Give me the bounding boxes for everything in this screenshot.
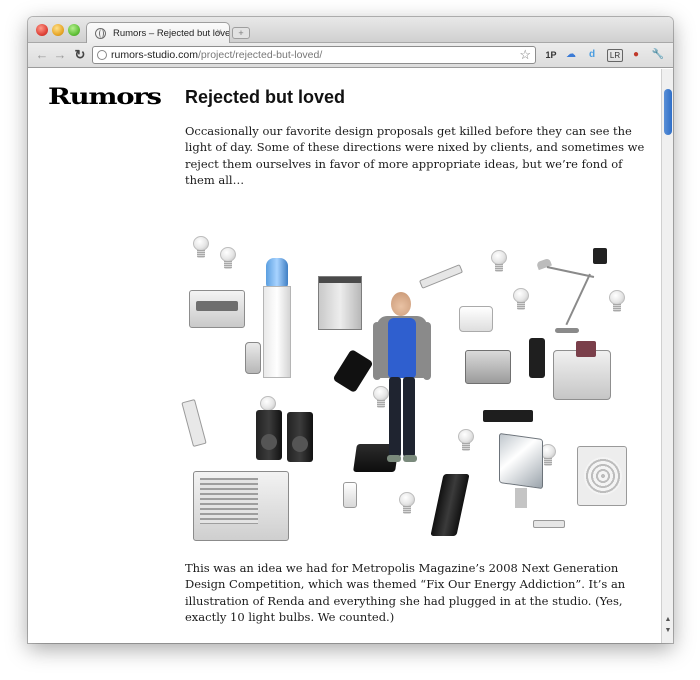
globe-icon — [95, 28, 106, 39]
mini-fridge — [318, 276, 362, 330]
speaker-right — [287, 412, 313, 462]
intro-paragraph: Occasionally our favorite design proposa… — [185, 124, 645, 187]
keyboard — [533, 520, 565, 528]
inkjet-printer — [465, 350, 511, 384]
light-bulb — [193, 236, 209, 258]
light-bulb — [609, 290, 625, 312]
address-bar[interactable]: rumors-studio.com/project/rejected-but-l… — [92, 46, 536, 64]
tab-title: Rumors – Rejected but loved — [113, 28, 230, 39]
speaker-left — [256, 410, 282, 460]
desk-lamp — [533, 254, 595, 336]
modem — [529, 338, 545, 378]
light-bulb — [399, 492, 415, 514]
caption-paragraph: This was an idea we had for Metropolis M… — [185, 561, 626, 624]
tab-active[interactable]: Rumors – Rejected but loved × — [86, 22, 230, 44]
light-bulb — [513, 288, 529, 310]
light-bulb — [458, 429, 474, 451]
url-path: /project/rejected-but-loved/ — [197, 49, 323, 61]
scroll-down-arrow-icon[interactable]: ▼ — [664, 627, 672, 634]
person-renda — [373, 290, 431, 467]
globe-icon — [97, 50, 107, 60]
new-tab-button[interactable]: + — [232, 27, 250, 39]
light-bulb — [491, 250, 507, 272]
site-logo[interactable]: Rumors — [48, 84, 162, 110]
imac-computer — [499, 432, 543, 512]
smartphone — [332, 348, 374, 394]
laser-printer — [189, 290, 245, 328]
battery-backup — [483, 410, 533, 422]
lr-extension-icon[interactable]: LR — [607, 49, 623, 62]
power-strip — [181, 398, 207, 448]
fax-machine — [553, 341, 611, 400]
light-bulb — [220, 247, 236, 269]
page-title: Rejected but loved — [185, 87, 346, 107]
wrench-icon[interactable]: 🔧 — [650, 47, 666, 63]
weather-extension-icon[interactable]: ☁ — [563, 47, 579, 63]
vertical-scrollbar[interactable]: ▲ ▼ — [661, 69, 673, 643]
ipod-dock — [343, 482, 357, 508]
scrollbar-thumb[interactable] — [664, 89, 672, 135]
back-arrow-icon[interactable]: ← — [34, 47, 50, 62]
power-adapter — [593, 248, 607, 264]
window-close-button[interactable] — [36, 24, 48, 36]
page-viewport: Rumors Rejected but loved Occasionally o… — [28, 69, 661, 643]
forward-arrow-icon[interactable]: → — [52, 47, 68, 62]
power-strip — [418, 264, 464, 289]
onepassword-extension-icon[interactable]: 1P — [543, 47, 559, 63]
external-hard-drive — [430, 474, 470, 536]
title-bar: Rumors – Rejected but loved × + — [28, 17, 673, 44]
toolbar: ← → ↻ rumors-studio.com/project/rejected… — [28, 43, 673, 68]
scroll-up-arrow-icon[interactable]: ▲ — [664, 616, 672, 623]
appliance-collage-image — [181, 224, 627, 554]
lips-extension-icon[interactable]: ● — [628, 47, 644, 63]
window-maximize-button[interactable] — [68, 24, 80, 36]
tab-close-icon[interactable]: × — [216, 27, 222, 38]
water-cooler — [263, 258, 291, 378]
url-host: rumors-studio.com — [111, 49, 198, 61]
window-minimize-button[interactable] — [52, 24, 64, 36]
air-conditioner — [193, 471, 289, 541]
cordless-phone — [245, 342, 261, 374]
d-extension-icon[interactable]: d — [584, 47, 600, 63]
bookmark-star-icon[interactable]: ☆ — [519, 47, 531, 63]
box-fan — [577, 446, 627, 506]
reload-icon[interactable]: ↻ — [72, 47, 88, 63]
airport-base-station — [459, 306, 493, 332]
browser-window: Rumors – Rejected but loved × + ← → ↻ ru… — [28, 17, 673, 643]
